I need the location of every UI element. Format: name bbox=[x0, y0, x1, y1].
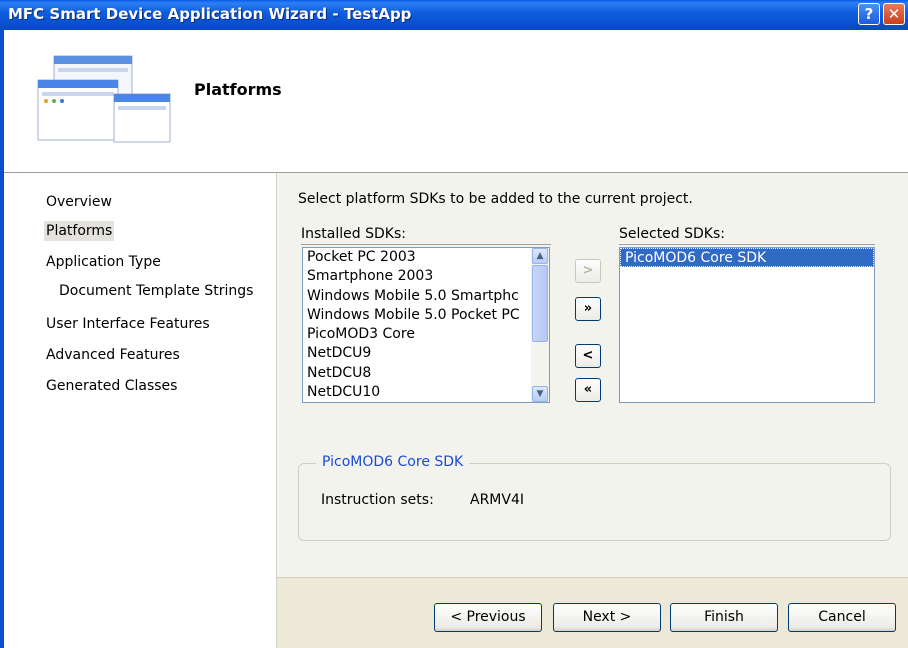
nav-item-document-template-strings[interactable]: Document Template Strings bbox=[57, 281, 255, 301]
list-item[interactable]: NetDCU10 bbox=[303, 383, 549, 402]
title-bar[interactable]: MFC Smart Device Application Wizard - Te… bbox=[0, 0, 908, 30]
page-title: Platforms bbox=[194, 80, 282, 99]
list-item[interactable]: Pocket PC 2003 bbox=[303, 248, 549, 267]
list-item[interactable]: Smartphone 2003 bbox=[303, 267, 549, 286]
wizard-nav: Overview Platforms Application Type Docu… bbox=[4, 173, 277, 648]
selected-sdks-list[interactable]: PicoMOD6 Core SDK bbox=[619, 247, 875, 403]
installed-sdks-underline bbox=[301, 244, 551, 245]
selected-sdks-underline bbox=[619, 244, 875, 245]
previous-button[interactable]: < Previous bbox=[434, 603, 542, 632]
finish-button[interactable]: Finish bbox=[670, 603, 778, 632]
list-item[interactable]: PicoMOD3 Core bbox=[303, 325, 549, 344]
instruction-text: Select platform SDKs to be added to the … bbox=[298, 191, 693, 207]
installed-sdks-list[interactable]: Pocket PC 2003 Smartphone 2003 Windows M… bbox=[302, 247, 550, 403]
header-banner: Platforms bbox=[4, 30, 908, 173]
next-button[interactable]: Next > bbox=[553, 603, 661, 632]
scroll-up-icon[interactable]: ▲ bbox=[532, 248, 548, 264]
nav-item-user-interface-features[interactable]: User Interface Features bbox=[44, 314, 212, 334]
instruction-sets-value: ARMV4I bbox=[470, 492, 524, 508]
wizard-footer: < Previous Next > Finish Cancel bbox=[277, 578, 908, 648]
installed-sdks-label: Installed SDKs: bbox=[301, 226, 406, 242]
scroll-thumb[interactable] bbox=[532, 265, 548, 342]
add-sdk-button[interactable]: > bbox=[575, 259, 601, 283]
close-button[interactable]: ✕ bbox=[883, 3, 905, 25]
wizard-windows-icon bbox=[37, 55, 171, 143]
list-item[interactable]: Windows Mobile 5.0 Smartphc bbox=[303, 287, 549, 306]
help-button[interactable]: ? bbox=[858, 3, 880, 25]
add-all-sdks-button[interactable]: » bbox=[575, 297, 601, 321]
scroll-down-icon[interactable]: ▼ bbox=[532, 386, 548, 402]
sdk-details-title: PicoMOD6 Core SDK bbox=[316, 454, 470, 470]
window-title: MFC Smart Device Application Wizard - Te… bbox=[8, 5, 412, 23]
wizard-window: MFC Smart Device Application Wizard - Te… bbox=[0, 0, 908, 648]
installed-sdks-scrollbar[interactable]: ▲ ▼ bbox=[531, 248, 549, 402]
nav-item-platforms[interactable]: Platforms bbox=[44, 221, 115, 241]
nav-item-advanced-features[interactable]: Advanced Features bbox=[44, 345, 182, 365]
remove-sdk-button[interactable]: < bbox=[575, 344, 601, 368]
nav-item-overview[interactable]: Overview bbox=[44, 192, 114, 212]
cancel-button[interactable]: Cancel bbox=[788, 603, 896, 632]
main-content: Select platform SDKs to be added to the … bbox=[277, 173, 908, 578]
nav-item-application-type[interactable]: Application Type bbox=[44, 252, 163, 272]
list-item[interactable]: NetDCU8 bbox=[303, 364, 549, 383]
list-item[interactable]: PicoMOD6 Core SDK bbox=[620, 248, 874, 268]
nav-item-generated-classes[interactable]: Generated Classes bbox=[44, 376, 179, 396]
remove-all-sdks-button[interactable]: « bbox=[575, 378, 601, 402]
selected-sdks-label: Selected SDKs: bbox=[619, 226, 725, 242]
instruction-sets-label: Instruction sets: bbox=[321, 492, 434, 508]
list-item[interactable]: NetDCU9 bbox=[303, 344, 549, 363]
list-item[interactable]: Windows Mobile 5.0 Pocket PC bbox=[303, 306, 549, 325]
sdk-details-group: PicoMOD6 Core SDK Instruction sets: ARMV… bbox=[298, 454, 891, 541]
